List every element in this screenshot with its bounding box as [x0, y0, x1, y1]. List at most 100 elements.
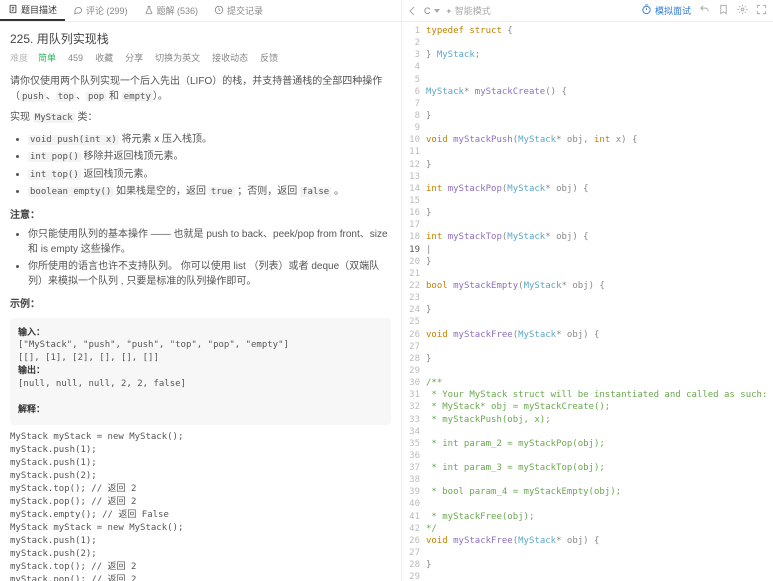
editor-line[interactable]: 18int myStackTop(MyStack* obj) { [402, 231, 773, 243]
editor-line[interactable]: 29 [402, 365, 773, 377]
editor-line[interactable]: 9 [402, 122, 773, 134]
editor-line[interactable]: 29 [402, 571, 773, 581]
line-number: 15 [402, 195, 426, 207]
editor-line[interactable]: 26void myStackFree(MyStack* obj) { [402, 535, 773, 547]
editor-line[interactable]: 42*/ [402, 523, 773, 535]
editor-line[interactable]: 34 [402, 426, 773, 438]
editor-line[interactable]: 2 [402, 37, 773, 49]
tab-label: 题目描述 [21, 3, 57, 16]
editor-line[interactable]: 8} [402, 110, 773, 122]
editor-line[interactable]: 31 * Your MyStack struct will be instant… [402, 389, 773, 401]
description-panel: 题目描述评论 (299) 题解 (536) 提交记录 225. 用队列实现栈 难度 … [0, 0, 402, 581]
line-text: int myStackTop(MyStack* obj) { [426, 231, 589, 243]
line-number: 34 [402, 426, 426, 438]
editor-line[interactable]: 30/** [402, 377, 773, 389]
tab-chat[interactable]: 评论 (299) [65, 0, 136, 21]
line-text: * int param_2 = myStackPop(obj); [426, 438, 605, 450]
editor-line[interactable]: 13 [402, 171, 773, 183]
like-button[interactable]: 459 [66, 52, 83, 66]
line-number: 32 [402, 401, 426, 413]
notice-item: 你所使用的语言也许不支持队列。 你可以使用 list （列表）或者 deque（… [28, 259, 391, 289]
editor-line[interactable]: 12} [402, 159, 773, 171]
editor-line[interactable]: 23 [402, 292, 773, 304]
editor-line[interactable]: 32 * MyStack* obj = myStackCreate(); [402, 401, 773, 413]
class-intro: 实现 MyStack 类： [10, 110, 391, 126]
editor-line[interactable]: 6MyStack* myStackCreate() { [402, 86, 773, 98]
left-tabbar: 题目描述评论 (299) 题解 (536) 提交记录 [0, 0, 401, 22]
editor-line[interactable]: 37 * int param_3 = myStackTop(obj); [402, 462, 773, 474]
description-body[interactable]: 225. 用队列实现栈 难度 简单 459 收藏分享切换为英文接收动态反馈 请你… [0, 22, 401, 581]
line-number: 31 [402, 389, 426, 401]
line-text: | [426, 244, 431, 256]
line-number: 33 [402, 414, 426, 426]
editor-line[interactable]: 11 [402, 146, 773, 158]
line-text: * bool param_4 = myStackEmpty(obj); [426, 486, 621, 498]
line-text: MyStack* myStackCreate() { [426, 86, 567, 98]
line-number: 4 [402, 61, 426, 73]
editor-line[interactable]: 16} [402, 207, 773, 219]
back-icon[interactable] [408, 6, 418, 16]
language-select[interactable]: C [424, 6, 440, 16]
editor-line[interactable]: 38 [402, 474, 773, 486]
editor-line[interactable]: 40 [402, 498, 773, 510]
line-text: void myStackFree(MyStack* obj) { [426, 329, 599, 341]
editor-line[interactable]: 5 [402, 74, 773, 86]
editor-line[interactable]: 14int myStackPop(MyStack* obj) { [402, 183, 773, 195]
editor-line[interactable]: 28} [402, 559, 773, 571]
fullscreen-icon[interactable] [756, 4, 767, 17]
editor-line[interactable]: 28} [402, 353, 773, 365]
editor-line[interactable]: 17 [402, 219, 773, 231]
editor-line[interactable]: 27 [402, 341, 773, 353]
problem-title: 225. 用队列实现栈 [10, 30, 391, 48]
line-number: 17 [402, 219, 426, 231]
bookmark-icon[interactable] [718, 4, 729, 17]
autocomplete-toggle[interactable]: ✦ 智能模式 [446, 4, 491, 17]
line-number: 6 [402, 86, 426, 98]
editor-line[interactable]: 24} [402, 304, 773, 316]
meta-action[interactable]: 收藏 [93, 52, 113, 66]
editor-line[interactable]: 39 * bool param_4 = myStackEmpty(obj); [402, 486, 773, 498]
tab-doc[interactable]: 题目描述 [0, 0, 65, 21]
editor-line[interactable]: 22bool myStackEmpty(MyStack* obj) { [402, 280, 773, 292]
line-number: 22 [402, 280, 426, 292]
tab-clock[interactable]: 提交记录 [206, 0, 271, 21]
line-text: * myStackPush(obj, x); [426, 414, 551, 426]
editor-line[interactable]: 7 [402, 98, 773, 110]
meta-action[interactable]: 反馈 [258, 52, 278, 66]
line-number: 40 [402, 498, 426, 510]
editor-line[interactable]: 20} [402, 256, 773, 268]
line-text: * MyStack* obj = myStackCreate(); [426, 401, 610, 413]
meta-action[interactable]: 分享 [123, 52, 143, 66]
editor-line[interactable]: 15 [402, 195, 773, 207]
meta-action[interactable]: 切换为英文 [153, 52, 200, 66]
editor-line[interactable]: 4 [402, 61, 773, 73]
editor-line[interactable]: 26void myStackFree(MyStack* obj) { [402, 329, 773, 341]
editor-line[interactable]: 21 [402, 268, 773, 280]
line-number: 10 [402, 134, 426, 146]
line-number: 26 [402, 535, 426, 547]
editor-line[interactable]: 41 * myStackFree(obj); [402, 511, 773, 523]
example-explain-code: MyStack myStack = new MyStack();myStack.… [10, 431, 391, 581]
editor-line[interactable]: 25 [402, 316, 773, 328]
line-number: 37 [402, 462, 426, 474]
undo-icon[interactable] [699, 4, 710, 17]
editor-line[interactable]: 19| [402, 244, 773, 256]
editor-line[interactable]: 33 * myStackPush(obj, x); [402, 414, 773, 426]
editor-line[interactable]: 10void myStackPush(MyStack* obj, int x) … [402, 134, 773, 146]
tab-flask[interactable]: 题解 (536) [136, 0, 207, 21]
line-number: 28 [402, 559, 426, 571]
editor-line[interactable]: 36 [402, 450, 773, 462]
mock-interview-button[interactable]: 模拟面试 [641, 4, 691, 17]
clock-icon [214, 5, 224, 17]
editor-line[interactable]: 3} MyStack; [402, 49, 773, 61]
editor-line[interactable]: 1typedef struct { [402, 25, 773, 37]
line-number: 9 [402, 122, 426, 134]
tab-label: 提交记录 [227, 4, 263, 17]
line-text: /** [426, 377, 442, 389]
editor-line[interactable]: 35 * int param_2 = myStackPop(obj); [402, 438, 773, 450]
code-editor[interactable]: 1typedef struct {23} MyStack;456MyStack*… [402, 22, 773, 581]
meta-action[interactable]: 接收动态 [210, 52, 248, 66]
tab-label: 题解 (536) [157, 4, 199, 17]
editor-line[interactable]: 27 [402, 547, 773, 559]
settings-icon[interactable] [737, 4, 748, 17]
